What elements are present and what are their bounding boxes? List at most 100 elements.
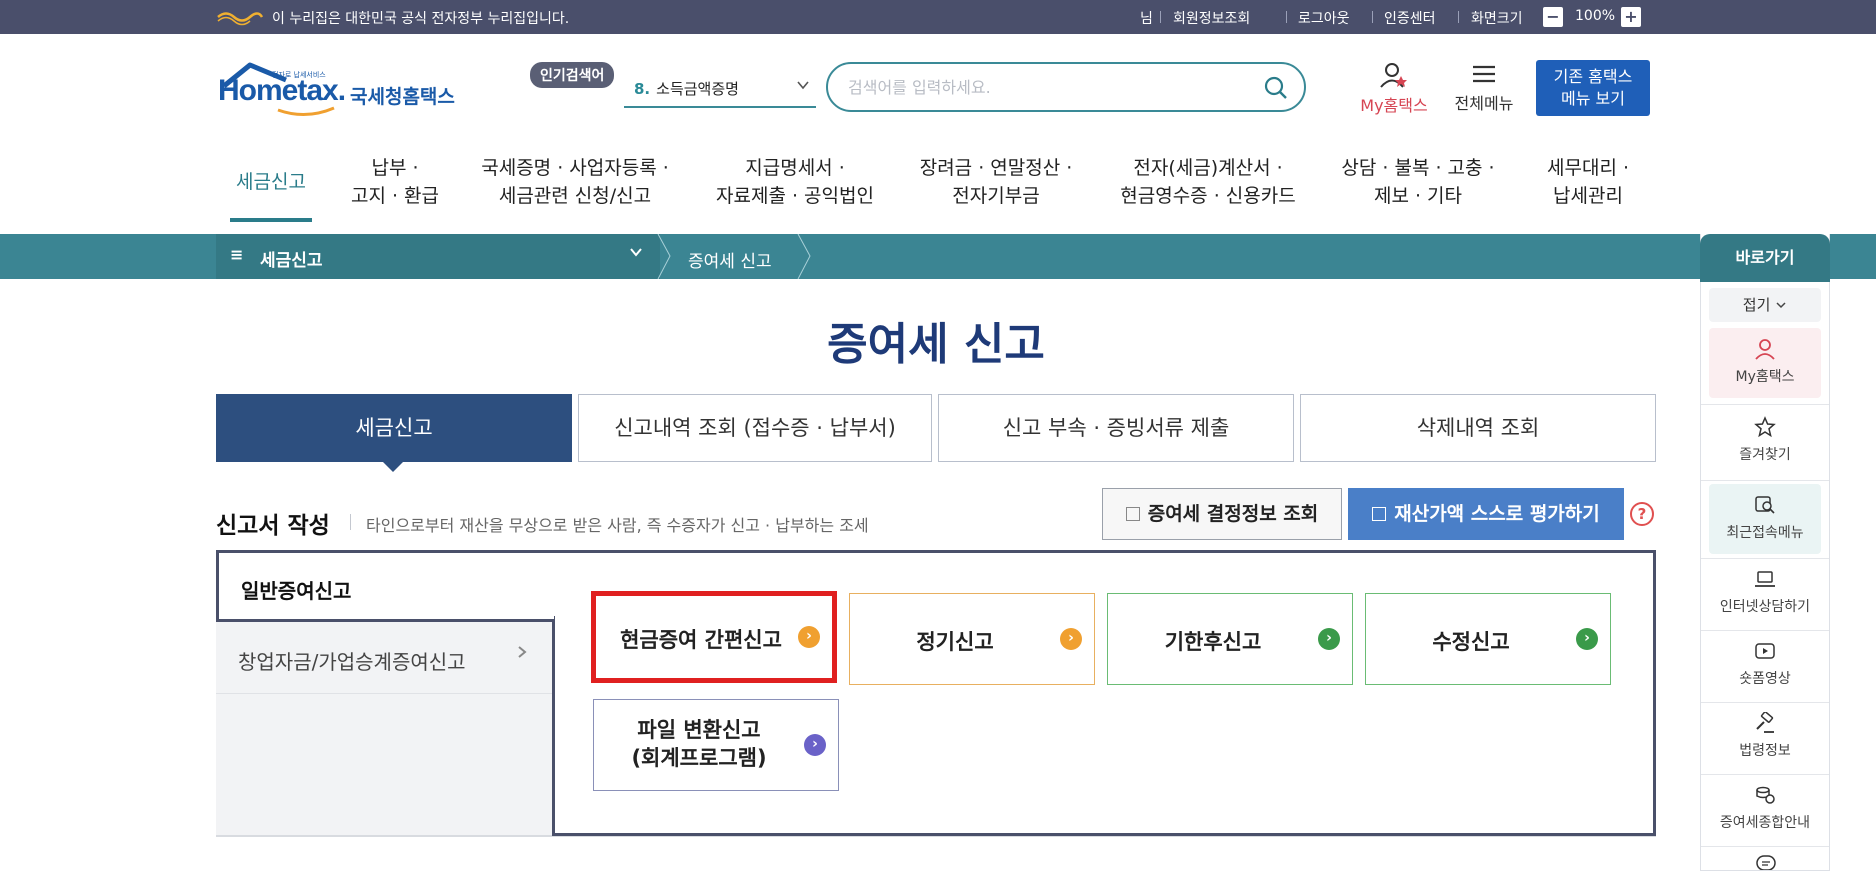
card-cash-gift-simple-report[interactable]: 현금증여 간편신고 ›: [591, 591, 837, 683]
divider: [216, 836, 1656, 837]
self-evaluate-asset-button[interactable]: 재산가액 스스로 평가하기: [1348, 488, 1624, 540]
gnb-item-incentives[interactable]: 장려금 · 연말정산 · 전자기부금: [908, 154, 1084, 210]
chevron-down-icon: [628, 244, 644, 264]
card-amended-report[interactable]: 수정신고 ›: [1365, 593, 1611, 685]
quick-fold-button[interactable]: 접기: [1709, 288, 1821, 322]
divider: [350, 514, 351, 530]
breadcrumb-menu-select[interactable]: ≡ 세금신고: [216, 234, 660, 279]
star-icon: [1754, 416, 1776, 438]
all-menu-label: 전체메뉴: [1454, 94, 1514, 113]
checkbox-icon: [1125, 507, 1140, 521]
gnb-item-certificates[interactable]: 국세증명 · 사업자등록 · 세금관련 신청/신고: [470, 154, 680, 210]
old-hometax-menu-button[interactable]: 기존 홈택스 메뉴 보기: [1536, 60, 1650, 116]
tab-deleted-history[interactable]: 삭제내역 조회: [1300, 394, 1656, 462]
gov-banner: 이 누리집은 대한민국 공식 전자정부 누리집입니다. 님 회원정보조회 로그아…: [0, 0, 1876, 34]
user-icon: [1755, 339, 1775, 360]
quick-menu-title: 바로가기: [1700, 234, 1830, 282]
gavel-icon: [1756, 712, 1774, 733]
gnb-item-payment-statements[interactable]: 지급명세서 · 자료제출 · 공익법인: [700, 154, 890, 210]
popular-search-select[interactable]: 8. 소득금액증명: [624, 72, 816, 108]
chevron-down-icon: [796, 78, 810, 96]
logo-wordmark: Hometax.: [218, 74, 346, 107]
gnb-item-tax-report[interactable]: 세금신고: [230, 168, 312, 196]
all-menu-button[interactable]: 전체메뉴: [1448, 62, 1520, 114]
breadcrumb-menu-label: 세금신고: [260, 251, 323, 271]
card-label: 정기신고: [916, 630, 994, 654]
search-box: [826, 62, 1306, 112]
page-title: 증여세 신고: [827, 319, 1045, 370]
hamburger-icon: [1473, 65, 1495, 83]
hometax-logo[interactable]: 전자로 납세서비스 Hometax. 국세청홈택스: [216, 60, 456, 120]
logout-link[interactable]: 로그아웃: [1298, 8, 1350, 28]
play-video-icon: [1755, 643, 1775, 659]
menu-icon: ≡: [230, 245, 244, 264]
gift-tax-decision-lookup-button[interactable]: 증여세 결정정보 조회: [1102, 488, 1342, 540]
logo-korean-text: 국세청홈택스: [350, 86, 455, 108]
breadcrumb-separator-icon: [797, 234, 811, 279]
arrow-right-icon: ›: [1318, 628, 1340, 650]
gnb-item-e-invoice[interactable]: 전자(세금)계산서 · 현금영수증 · 신용카드: [1108, 154, 1308, 210]
coins-icon: [1756, 786, 1775, 804]
chevron-right-icon: [516, 644, 528, 665]
zoom-level: 100%: [1575, 8, 1616, 24]
zoom-in-button[interactable]: +: [1621, 7, 1641, 27]
checkbox-icon: [1372, 507, 1387, 521]
laptop-icon: [1755, 571, 1775, 587]
card-regular-report[interactable]: 정기신고 ›: [849, 593, 1095, 685]
quick-item-my-hometax[interactable]: My홈택스: [1709, 328, 1821, 398]
popular-keyword: 소득금액증명: [656, 80, 739, 98]
member-info-link[interactable]: 회원정보조회: [1173, 8, 1250, 28]
cert-center-link[interactable]: 인증센터: [1384, 8, 1436, 28]
quick-item-recent-menu[interactable]: 최근접속메뉴: [1709, 484, 1821, 554]
arrow-right-icon: ›: [798, 626, 820, 648]
popular-search-badge: 인기검색어: [530, 62, 615, 88]
card-label: 파일 변환신고 (회계프로그램): [631, 718, 767, 770]
card-file-conversion-report[interactable]: 파일 변환신고 (회계프로그램) ›: [593, 699, 839, 791]
gnb-item-tax-agent[interactable]: 세무대리 · 납세관리: [1530, 154, 1646, 210]
user-name: 님: [1140, 11, 1153, 27]
divider: [1458, 11, 1459, 23]
tab-attachment-submit[interactable]: 신고 부속 · 증빙서류 제출: [938, 394, 1294, 462]
recent-search-icon: [1755, 496, 1775, 514]
search-icon[interactable]: [1264, 76, 1288, 100]
quick-item-favorites[interactable]: 즐겨찾기: [1709, 406, 1821, 476]
side-tab-general-gift[interactable]: 일반증여신고: [216, 550, 554, 622]
quick-item-gift-tax-guide[interactable]: 증여세종합안내: [1709, 774, 1821, 844]
breadcrumb-current: 증여세 신고: [688, 252, 772, 272]
logo-swoosh-icon: [277, 106, 335, 116]
card-label: 기한후신고: [1164, 630, 1262, 654]
quick-item-law-info[interactable]: 법령정보: [1709, 702, 1821, 772]
divider: [1372, 11, 1373, 23]
divider: [1160, 11, 1161, 23]
section-title: 신고서 작성: [216, 513, 330, 539]
breadcrumb-separator-icon: [657, 234, 671, 279]
tab-tax-report[interactable]: 세금신고: [216, 394, 572, 462]
gnb-item-consultation[interactable]: 상담 · 불복 · 고충 · 제보 · 기타: [1330, 154, 1506, 210]
divider: [1286, 11, 1287, 23]
screen-size-label: 화면크기: [1471, 11, 1523, 27]
report-type-grid: 현금증여 간편신고 › 정기신고 › 기한후신고 › 수정신고 › 파일 변환신…: [552, 550, 1656, 836]
side-tab-startup-succession-gift[interactable]: 창업자금/가업승계증여신고: [216, 622, 552, 694]
user-icon: [1380, 63, 1407, 88]
my-hometax-button[interactable]: My홈택스: [1354, 62, 1434, 115]
search-input[interactable]: [848, 76, 1248, 98]
card-late-report[interactable]: 기한후신고 ›: [1107, 593, 1353, 685]
zoom-out-button[interactable]: −: [1543, 7, 1563, 27]
chat-icon[interactable]: [1755, 854, 1777, 870]
help-icon[interactable]: ?: [1630, 502, 1654, 526]
breadcrumb: ≡ 세금신고 증여세 신고: [0, 234, 1876, 279]
active-tab-arrow: [382, 461, 404, 472]
arrow-right-icon: ›: [804, 734, 826, 756]
arrow-right-icon: ›: [1576, 628, 1598, 650]
gnb-item-payment[interactable]: 납부 · 고지 · 환급: [330, 154, 460, 210]
gov-banner-text: 이 누리집은 대한민국 공식 전자정부 누리집입니다.: [272, 11, 570, 27]
tab-report-history[interactable]: 신고내역 조회 (접수증 · 납부서): [578, 394, 932, 462]
egov-logo-icon: [217, 12, 264, 26]
quick-item-online-consult[interactable]: 인터넷상담하기: [1709, 558, 1821, 628]
my-hometax-label: My홈택스: [1360, 96, 1428, 115]
arrow-right-icon: ›: [1060, 628, 1082, 650]
card-label: 수정신고: [1432, 630, 1510, 654]
chevron-down-icon: [1776, 302, 1786, 309]
quick-item-shortform-video[interactable]: 숏폼영상: [1709, 630, 1821, 700]
section-description: 타인으로부터 재산을 무상으로 받은 사람, 즉 수증자가 신고 · 납부하는 …: [366, 516, 869, 535]
